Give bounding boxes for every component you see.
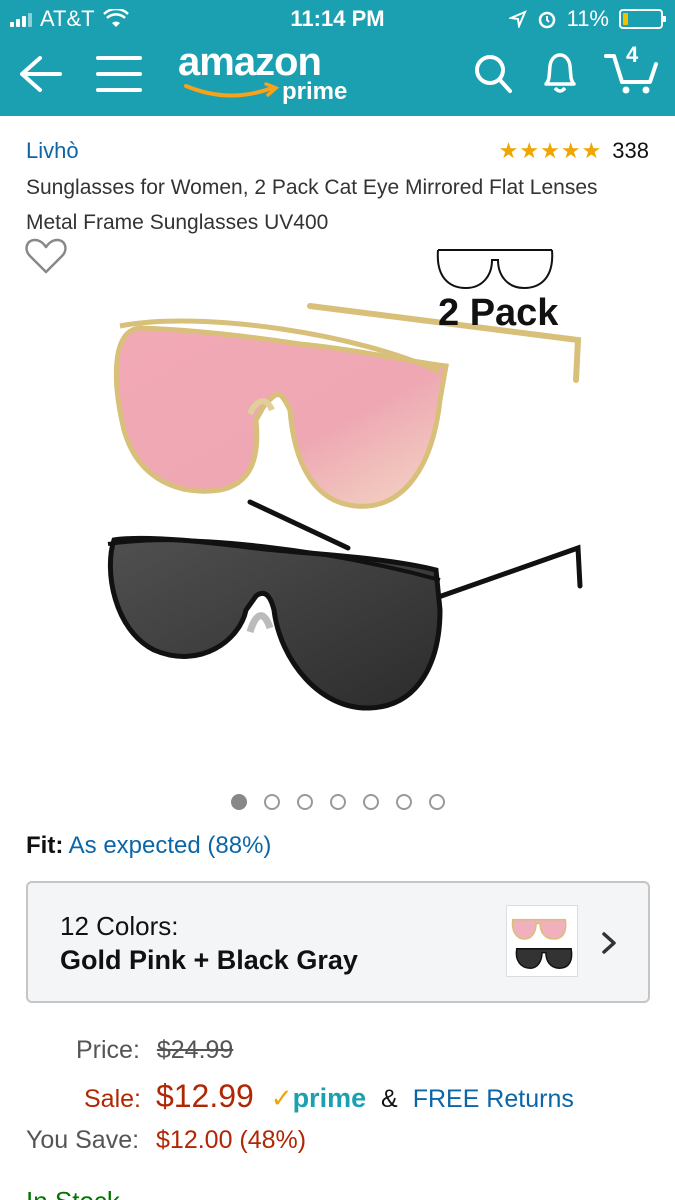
free-returns-link[interactable]: FREE Returns: [413, 1085, 574, 1113]
cart-count-badge: 4: [626, 42, 639, 67]
list-price: $24.99: [156, 1036, 234, 1064]
search-icon[interactable]: [474, 54, 512, 94]
carousel-dot[interactable]: [230, 794, 247, 810]
chevron-right-icon: [602, 932, 616, 954]
product-title: Sunglasses for Women, 2 Pack Cat Eye Mir…: [26, 176, 598, 234]
sale-label: Sale:: [84, 1085, 141, 1113]
battery-icon: [619, 9, 666, 29]
ampersand: &: [381, 1085, 398, 1113]
glasses-outline-icon: [436, 249, 554, 290]
fit-value-link[interactable]: As expected (88%): [69, 832, 272, 859]
stock-status: In Stock.: [26, 1186, 127, 1200]
gold-pink-sunglasses: [113, 303, 582, 509]
price-label: Price:: [76, 1036, 140, 1064]
fit-label: Fit:: [26, 832, 64, 859]
location-arrow-icon: [508, 10, 527, 28]
star-rating-icon: ★★★★★: [498, 138, 603, 163]
colors-count: 12 Colors:: [60, 911, 179, 941]
battery-percent: 11%: [566, 6, 609, 31]
back-arrow-icon[interactable]: [18, 54, 62, 94]
menu-icon[interactable]: [96, 54, 142, 94]
amazon-prime-logo[interactable]: amazon prime: [178, 40, 347, 105]
sale-price: $12.99: [155, 1078, 254, 1114]
carousel-dot[interactable]: [428, 794, 445, 810]
list-price-row: Price: $24.99: [76, 1036, 233, 1065]
rating-summary[interactable]: ★★★★★ 338: [499, 138, 649, 164]
black-gray-sunglasses: [107, 499, 583, 711]
you-save-label: You Save:: [26, 1126, 140, 1154]
color-thumbnail: [506, 905, 578, 977]
carousel-dot[interactable]: [329, 794, 346, 810]
selected-color: Gold Pink + Black Gray: [60, 945, 358, 975]
sale-price-row: Sale: $12.99 ✓prime & FREE Returns: [84, 1078, 574, 1115]
status-bar: AT&T 11:14 PM 11%: [0, 0, 675, 36]
alarm-icon: [538, 11, 555, 29]
amazon-smile-icon: [184, 82, 280, 98]
prime-check-icon: ✓: [270, 1083, 293, 1113]
fit-info: Fit: As expected (88%): [26, 832, 271, 860]
nav-bar: amazon prime 4: [0, 36, 675, 116]
you-save-row: You Save: $12.00 (48%): [26, 1126, 306, 1155]
image-carousel-dots[interactable]: [0, 794, 675, 810]
carousel-dot[interactable]: [263, 794, 280, 810]
carousel-dot[interactable]: [395, 794, 412, 810]
carousel-dot[interactable]: [296, 794, 313, 810]
two-pack-label: 2 Pack: [438, 292, 559, 334]
color-selector[interactable]: 12 Colors: Gold Pink + Black Gray: [26, 881, 650, 1003]
rating-count: 338: [612, 138, 649, 163]
carousel-dot[interactable]: [362, 794, 379, 810]
you-save-value: $12.00 (48%): [156, 1126, 307, 1154]
prime-badge: prime: [292, 1083, 367, 1113]
wishlist-heart-icon[interactable]: [24, 236, 68, 276]
brand-link[interactable]: Livhò: [26, 138, 79, 164]
notifications-bell-icon[interactable]: [540, 50, 580, 94]
